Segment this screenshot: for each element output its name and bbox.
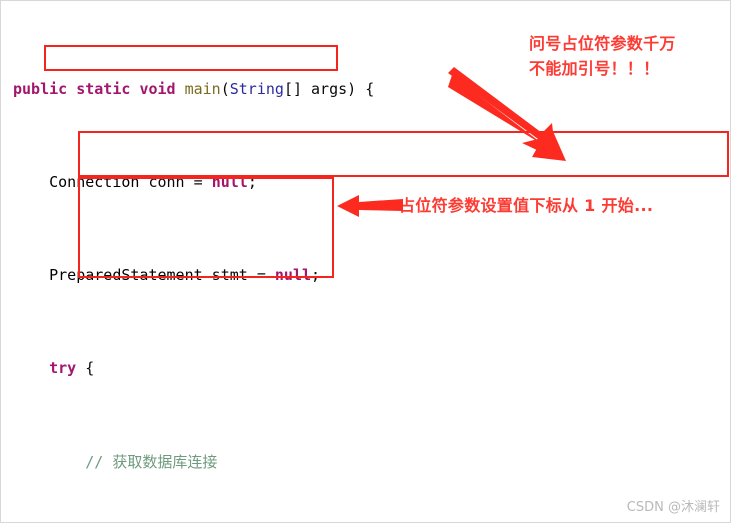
keyword-null: null bbox=[211, 173, 248, 192]
annotation-index-from-one: 占位符参数设置值下标从 1 开始... bbox=[399, 196, 654, 215]
code-line-3: PreparedStatement stmt = null; bbox=[49, 266, 321, 285]
code-line-5: // 获取数据库连接 bbox=[1, 451, 730, 474]
watermark: CSDN @沐澜轩 bbox=[626, 500, 720, 515]
keyword-public: public bbox=[13, 79, 68, 98]
annotation-no-quotes-line2: 不能加引号！！！ bbox=[529, 59, 660, 78]
comment-get-connection: // 获取数据库连接 bbox=[85, 452, 218, 471]
annotation-no-quotes-line1: 问号占位符参数千万 bbox=[529, 34, 676, 53]
code-line-4: try { bbox=[49, 359, 95, 378]
main-params: [] args) { bbox=[283, 79, 375, 98]
annotation-no-quotes: 问号占位符参数千万 不能加引号！！！ bbox=[529, 31, 676, 81]
type-preparedstatement: PreparedStatement bbox=[49, 266, 203, 285]
keyword-void: void bbox=[139, 79, 176, 98]
keyword-static: static bbox=[76, 79, 131, 98]
code-line-1: public static void main(String[] args) { bbox=[13, 79, 375, 98]
class-string: String bbox=[229, 79, 284, 98]
keyword-null: null bbox=[274, 266, 312, 285]
code-screenshot: public static void main(String[] args) {… bbox=[0, 0, 731, 523]
keyword-try: try bbox=[49, 359, 77, 378]
code-line-2: Connection conn = null; bbox=[49, 173, 257, 192]
type-connection: Connection bbox=[49, 173, 140, 192]
method-main: main bbox=[184, 79, 221, 98]
